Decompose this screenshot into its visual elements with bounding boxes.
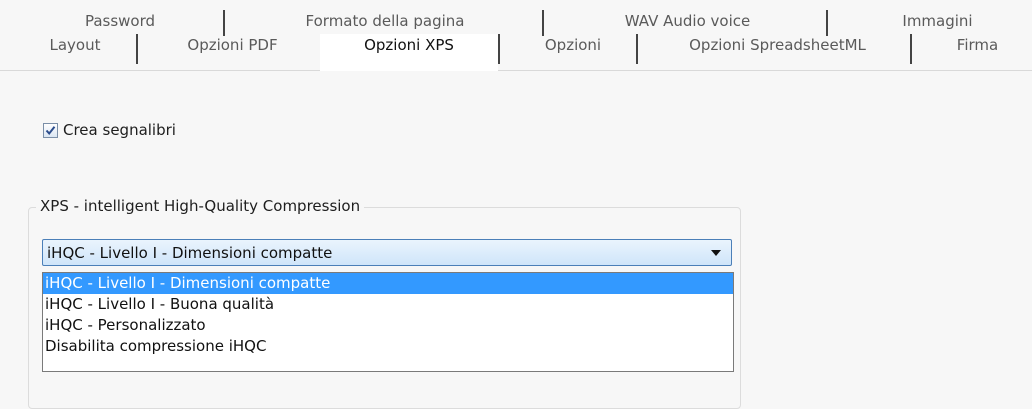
tab-layout[interactable]: Layout: [20, 34, 130, 56]
create-bookmarks-label[interactable]: Crea segnalibri: [63, 121, 176, 139]
compression-level-dropdown[interactable]: iHQC - Livello I - Dimensioni compatte: [42, 239, 732, 266]
tab-separator: [223, 10, 225, 36]
list-item[interactable]: iHQC - Livello I - Dimensioni compatte: [43, 273, 733, 294]
tab-separator: [636, 34, 638, 64]
tab-options[interactable]: Opzioni: [512, 34, 634, 56]
checkmark-icon: [45, 125, 56, 135]
tab-separator: [498, 34, 500, 64]
list-item[interactable]: iHQC - Personalizzato: [43, 315, 733, 336]
tab-password[interactable]: Password: [30, 10, 210, 32]
tab-pdf-options[interactable]: Opzioni PDF: [150, 34, 315, 56]
list-item[interactable]: iHQC - Livello I - Buona qualità: [43, 294, 733, 315]
tab-spreadsheetml-options[interactable]: Opzioni SpreadsheetML: [650, 34, 905, 56]
tab-signature[interactable]: Firma: [925, 34, 1030, 56]
tab-separator: [910, 34, 912, 64]
tab-separator: [826, 10, 828, 36]
create-bookmarks-checkbox[interactable]: [43, 122, 58, 138]
chevron-down-icon[interactable]: [711, 250, 721, 256]
tab-separator: [542, 10, 544, 36]
list-item[interactable]: Disabilita compressione iHQC: [43, 336, 733, 357]
compression-group-title: XPS - intelligent High-Quality Compressi…: [36, 197, 365, 215]
tab-page-format[interactable]: Formato della pagina: [240, 10, 530, 32]
create-bookmarks-option: Crea segnalibri: [43, 120, 176, 140]
tab-row-bottom: Layout Opzioni PDF Opzioni XPS Opzioni O…: [0, 34, 1032, 71]
compression-level-list: iHQC - Livello I - Dimensioni compatte i…: [42, 272, 734, 372]
tab-wav-audio-voice[interactable]: WAV Audio voice: [560, 10, 815, 32]
tab-images[interactable]: Immagini: [845, 10, 1030, 32]
tab-separator: [136, 34, 138, 64]
tab-row-top: Password Formato della pagina WAV Audio …: [0, 10, 1032, 36]
compression-level-value: iHQC - Livello I - Dimensioni compatte: [47, 244, 333, 262]
tab-xps-options[interactable]: Opzioni XPS: [320, 34, 498, 71]
